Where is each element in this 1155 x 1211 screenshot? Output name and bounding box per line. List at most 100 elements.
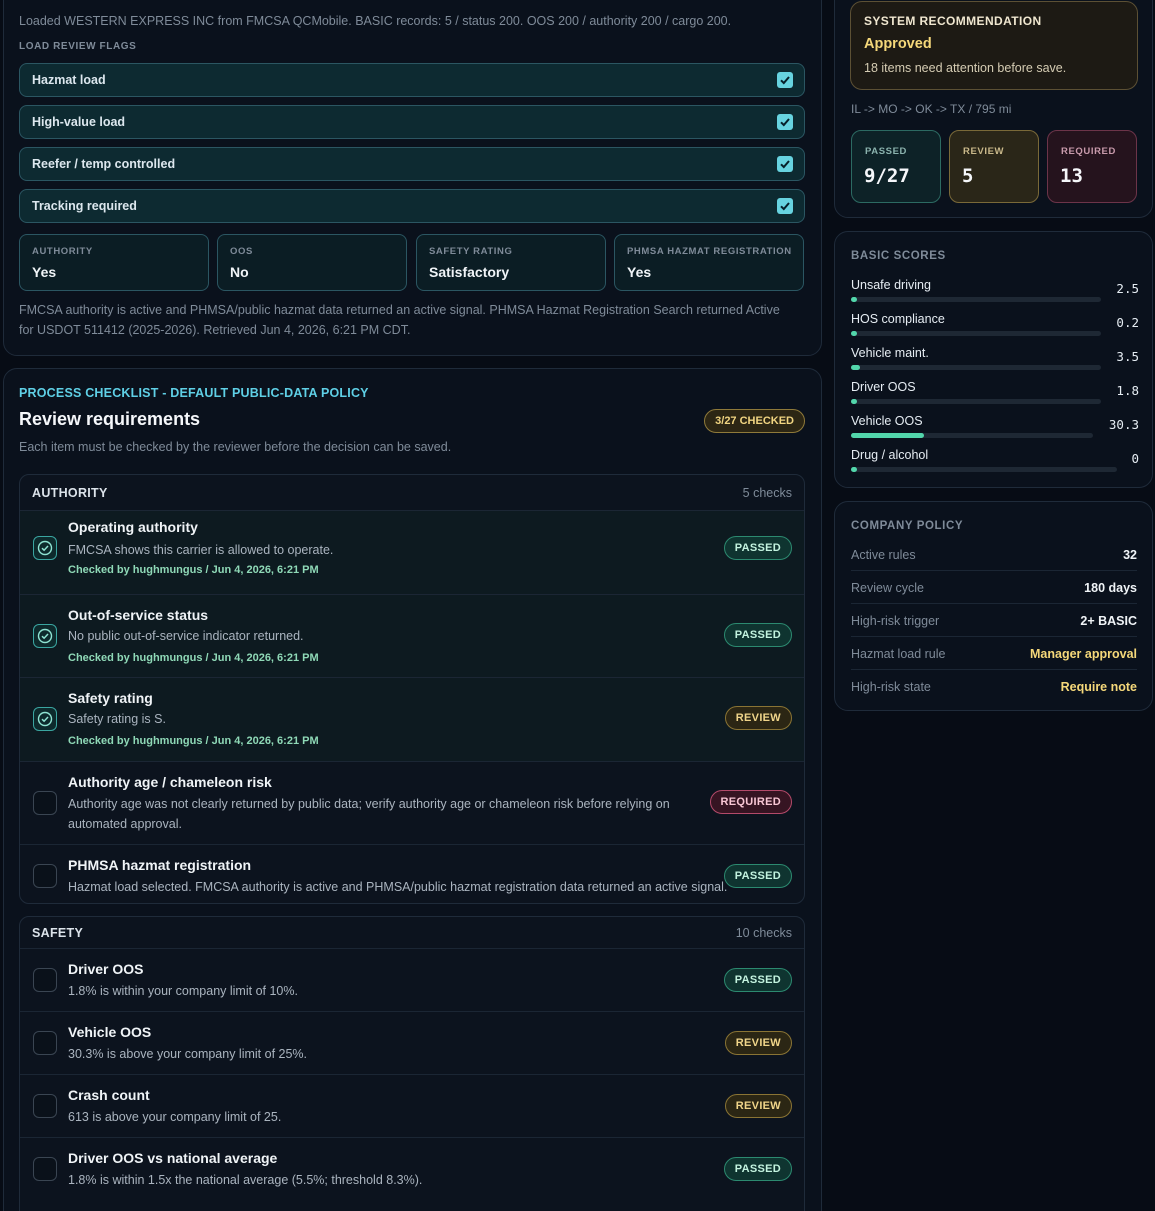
stat-key: AUTHORITY [32, 246, 93, 257]
policy-row-high-risk-state: High-risk state Require note [851, 670, 1137, 703]
score-bar-track [851, 467, 1117, 472]
score-bar-fill [851, 467, 857, 472]
checklist-panel: PROCESS CHECKLIST - DEFAULT PUBLIC-DATA … [3, 368, 822, 1211]
score-bar-track [851, 331, 1101, 336]
checkbox-empty[interactable] [33, 864, 57, 888]
score-bar-fill [851, 433, 925, 438]
item-checked-by: Checked by hughmungus / Jun 4, 2026, 6:2… [68, 735, 319, 747]
item-description: 1.8% is within your company limit of 10%… [68, 984, 298, 998]
score-bar-track [851, 433, 1093, 438]
flag-high-value-load[interactable]: High-value load [19, 105, 805, 139]
policy-row-high-risk-trigger: High-risk trigger 2+ BASIC [851, 604, 1137, 637]
checkbox-checked-icon[interactable] [777, 72, 793, 88]
item-title: Operating authority [68, 519, 198, 535]
stat-phmsa-registration: PHMSA HAZMAT REGISTRATION Yes [614, 234, 804, 291]
status-badge: REVIEW [724, 1031, 792, 1055]
recommendation-value: Approved [864, 36, 932, 52]
score-value: 0 [1131, 451, 1139, 466]
stat-key: OOS [230, 246, 253, 257]
item-description: No public out-of-service indicator retur… [68, 629, 304, 643]
score-bar-fill [851, 297, 858, 302]
policy-key: Hazmat load rule [851, 647, 946, 661]
loaded-status-text: Loaded WESTERN EXPRESS INC from FMCSA QC… [19, 14, 732, 28]
score-name: HOS compliance [851, 312, 945, 326]
system-recommendation-card: SYSTEM RECOMMENDATION Approved 18 items … [850, 1, 1138, 90]
item-title: PHMSA hazmat registration [68, 857, 252, 873]
score-vehicle-maint: Vehicle maint. 3.5 [851, 346, 1139, 376]
score-bar-fill [851, 399, 857, 404]
flag-label: Reefer / temp controlled [32, 157, 176, 171]
flag-tracking-required[interactable]: Tracking required [19, 189, 805, 223]
checkbox-empty[interactable] [33, 791, 57, 815]
recommendation-subtext: 18 items need attention before save. [864, 61, 1067, 75]
basic-scores-panel: BASIC SCORES Unsafe driving 2.5 HOS comp… [834, 231, 1153, 488]
check-circle-icon[interactable] [33, 624, 57, 648]
policy-value: 180 days [1084, 581, 1137, 595]
flag-label: High-value load [32, 115, 126, 129]
recommendation-heading: SYSTEM RECOMMENDATION [864, 14, 1042, 28]
status-badge: REVIEW [724, 706, 792, 730]
score-bar-track [851, 399, 1101, 404]
count-required: REQUIRED 13 [1047, 130, 1137, 203]
score-bar-track [851, 297, 1101, 302]
stat-key: SAFETY RATING [429, 246, 513, 257]
item-description: FMCSA shows this carrier is allowed to o… [68, 543, 334, 557]
checklist-item-safety-rating: Safety rating Safety rating is S. Checke… [20, 678, 804, 762]
status-badge: PASSED [723, 968, 792, 992]
check-circle-icon[interactable] [33, 707, 57, 731]
checkbox-empty[interactable] [33, 1157, 57, 1181]
score-drug-alcohol: Drug / alcohol 0 [851, 448, 1139, 478]
stat-key: PHMSA HAZMAT REGISTRATION [627, 246, 792, 257]
count-review: REVIEW 5 [949, 130, 1039, 203]
group-count: 10 checks [735, 926, 792, 940]
checkbox-empty[interactable] [33, 968, 57, 992]
policy-value: 2+ BASIC [1080, 614, 1137, 628]
authority-note: FMCSA authority is active and PHMSA/publ… [19, 303, 780, 337]
score-unsafe-driving: Unsafe driving 2.5 [851, 278, 1139, 308]
count-key: PASSED [865, 146, 907, 157]
group-authority: AUTHORITY 5 checks Operating authority F… [19, 474, 805, 904]
basic-scores-heading: BASIC SCORES [851, 250, 946, 262]
checkbox-checked-icon[interactable] [777, 198, 793, 214]
score-vehicle-oos: Vehicle OOS 30.3 [851, 414, 1139, 444]
checkbox-empty[interactable] [33, 1031, 57, 1055]
flag-label: Hazmat load [32, 73, 106, 87]
group-title: AUTHORITY [32, 486, 108, 500]
checklist-item-crash-count: Crash count 613 is above your company li… [20, 1075, 804, 1138]
score-value: 1.8 [1116, 383, 1139, 398]
item-title: Driver OOS [68, 961, 144, 977]
policy-key: High-risk trigger [851, 614, 940, 628]
group-header: AUTHORITY 5 checks [20, 475, 804, 511]
count-value: 9/27 [864, 165, 910, 187]
check-circle-icon[interactable] [33, 536, 57, 560]
score-bar-track [851, 365, 1101, 370]
item-checked-by: Checked by hughmungus / Jun 4, 2026, 6:2… [68, 564, 319, 576]
score-value: 3.5 [1116, 349, 1139, 364]
checkbox-empty[interactable] [33, 1094, 57, 1118]
item-title: Safety rating [68, 690, 153, 706]
checkbox-checked-icon[interactable] [777, 156, 793, 172]
score-value: 30.3 [1108, 417, 1139, 432]
item-title: Vehicle OOS [68, 1024, 152, 1040]
score-hos-compliance: HOS compliance 0.2 [851, 312, 1139, 342]
score-value: 0.2 [1116, 315, 1139, 330]
checkbox-checked-icon[interactable] [777, 114, 793, 130]
score-bar-fill [851, 331, 857, 336]
flag-reefer[interactable]: Reefer / temp controlled [19, 147, 805, 181]
status-badge: PASSED [723, 536, 792, 560]
item-description: 1.8% is within 1.5x the national average… [68, 1173, 423, 1187]
count-value: 5 [962, 165, 974, 187]
policy-row-review-cycle: Review cycle 180 days [851, 571, 1137, 604]
policy-key: Active rules [851, 548, 916, 562]
flag-hazmat-load[interactable]: Hazmat load [19, 63, 805, 97]
score-name: Driver OOS [851, 380, 916, 394]
score-name: Unsafe driving [851, 278, 931, 292]
load-review-flags-heading: LOAD REVIEW FLAGS [19, 41, 137, 52]
stat-value: Yes [627, 264, 652, 280]
policy-eyebrow: PROCESS CHECKLIST - DEFAULT PUBLIC-DATA … [19, 386, 369, 400]
checklist-item-vehicle-oos: Vehicle OOS 30.3% is above your company … [20, 1012, 804, 1075]
checklist-item-operating-authority: Operating authority FMCSA shows this car… [20, 511, 804, 595]
score-name: Vehicle maint. [851, 346, 929, 360]
policy-key: High-risk state [851, 680, 931, 694]
policy-key: Review cycle [851, 581, 924, 595]
